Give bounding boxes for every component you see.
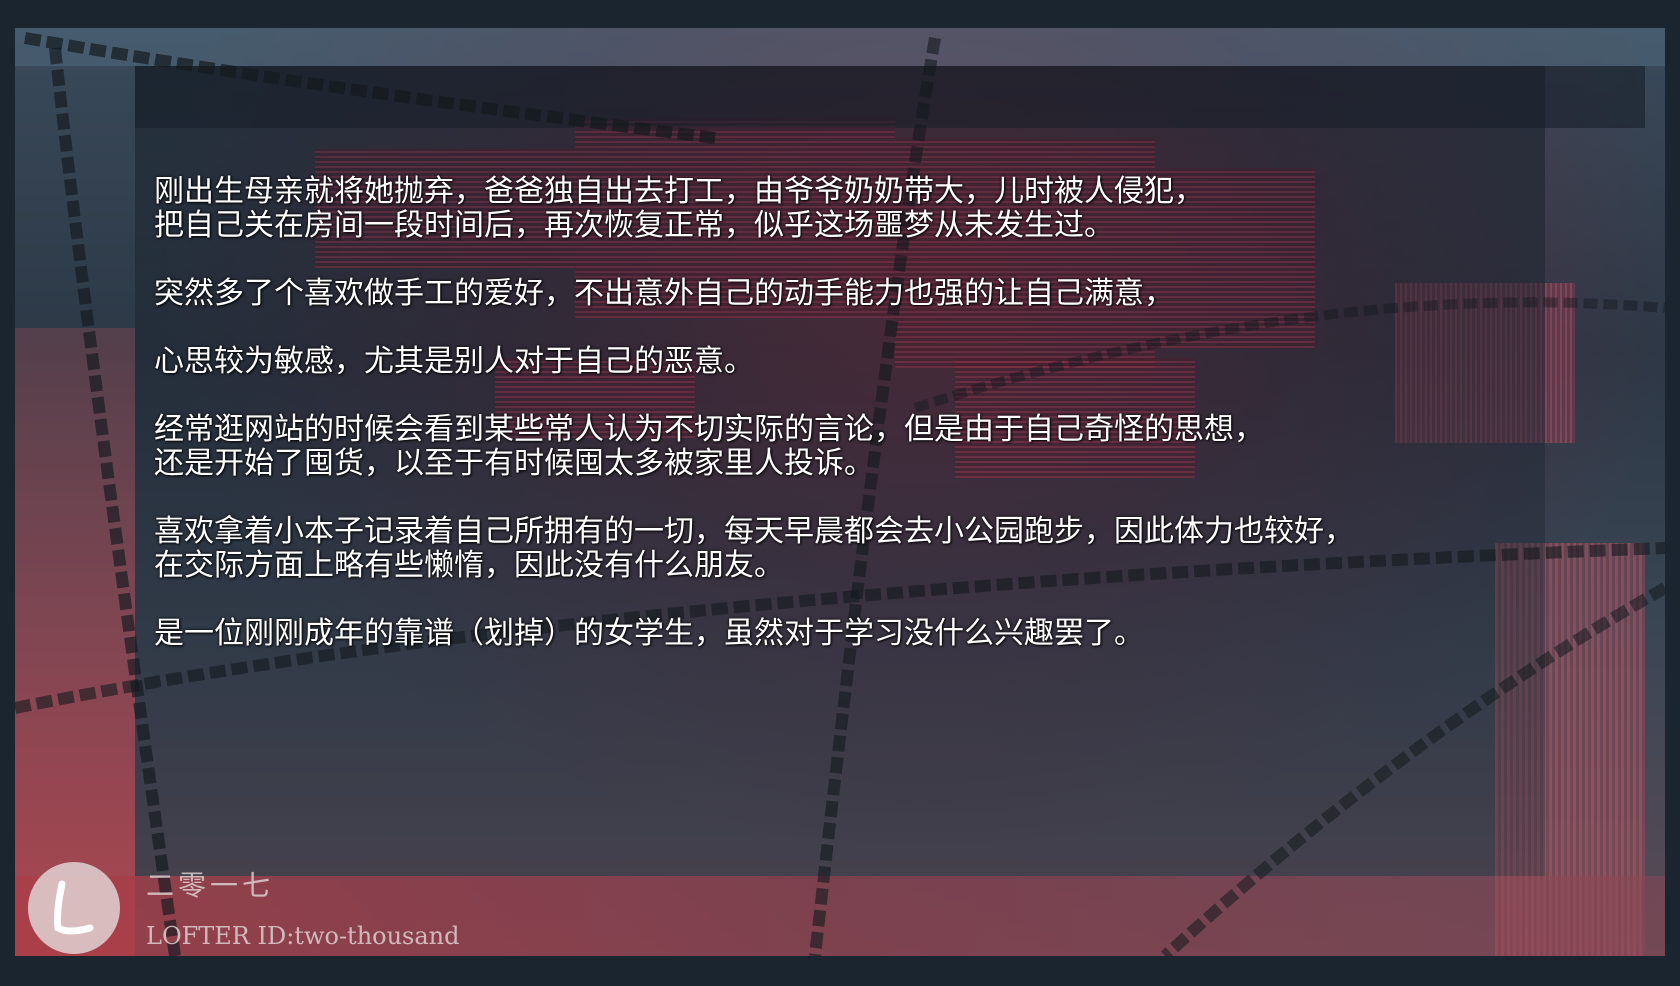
bio-paragraph: 刚出生母亲就将她抛弃，爸爸独自出去打工，由爷爷奶奶带大，儿时被人侵犯， 把自己关… <box>154 175 1554 243</box>
bio-line: 心思较为敏感，尤其是别人对于自己的恶意。 <box>154 344 754 379</box>
bio-paragraph: 突然多了个喜欢做手工的爱好，不出意外自己的动手能力也强的让自己满意， <box>154 277 1554 311</box>
watermark: 二零一七 LOFTER ID:two-thousand <box>28 862 528 962</box>
lofter-logo-icon <box>28 862 120 954</box>
watermark-id: LOFTER ID:two-thousand <box>146 922 460 950</box>
bio-line: 还是开始了囤货，以至于有时候囤太多被家里人投诉。 <box>154 446 874 481</box>
bio-paragraph: 喜欢拿着小本子记录着自己所拥有的一切，每天早晨都会去小公园跑步，因此体力也较好，… <box>154 515 1554 583</box>
bio-line: 经常逛网站的时候会看到某些常人认为不切实际的言论，但是由于自己奇怪的思想， <box>154 412 1264 447</box>
watermark-title: 二零一七 <box>146 869 275 902</box>
screenshot-stage: 刚出生母亲就将她抛弃，爸爸独自出去打工，由爷爷奶奶带大，儿时被人侵犯， 把自己关… <box>0 0 1680 986</box>
top-band <box>15 28 1665 66</box>
character-bio-text: 刚出生母亲就将她抛弃，爸爸独自出去打工，由爷爷奶奶带大，儿时被人侵犯， 把自己关… <box>154 175 1554 685</box>
bio-line: 突然多了个喜欢做手工的爱好，不出意外自己的动手能力也强的让自己满意， <box>154 276 1174 311</box>
bio-line: 刚出生母亲就将她抛弃，爸爸独自出去打工，由爷爷奶奶带大，儿时被人侵犯， <box>154 174 1204 209</box>
bio-line: 是一位刚刚成年的靠谱（划掉）的女学生，虽然对于学习没什么兴趣罢了。 <box>154 616 1144 651</box>
bio-paragraph: 是一位刚刚成年的靠谱（划掉）的女学生，虽然对于学习没什么兴趣罢了。 <box>154 617 1554 651</box>
bio-paragraph: 经常逛网站的时候会看到某些常人认为不切实际的言论，但是由于自己奇怪的思想， 还是… <box>154 413 1554 481</box>
bio-line: 在交际方面上略有些懒惰，因此没有什么朋友。 <box>154 548 784 583</box>
bio-paragraph: 心思较为敏感，尤其是别人对于自己的恶意。 <box>154 345 1554 379</box>
bio-line: 把自己关在房间一段时间后，再次恢复正常，似乎这场噩梦从未发生过。 <box>154 208 1114 243</box>
bio-line: 喜欢拿着小本子记录着自己所拥有的一切，每天早晨都会去小公园跑步，因此体力也较好， <box>154 514 1354 549</box>
